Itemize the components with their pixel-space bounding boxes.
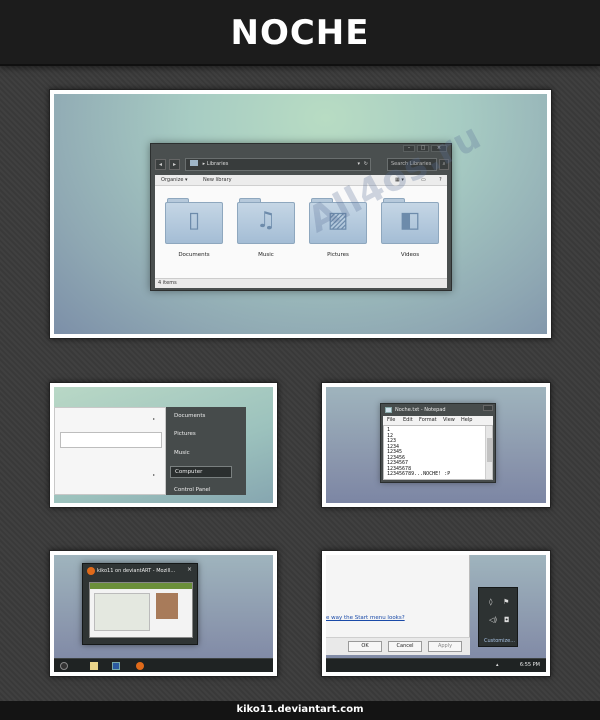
chevron-down-icon[interactable]: ▾ — [357, 159, 360, 170]
new-library-button[interactable]: New library — [203, 175, 232, 186]
music-note-icon: ♫ — [256, 208, 276, 233]
menu-format[interactable]: Format — [419, 416, 437, 425]
action-center-flag-icon[interactable]: ⚑ — [503, 598, 509, 606]
properties-dialog: e way the Start menu looks? OK Cancel Ap… — [326, 555, 470, 655]
start-menu-places-pane: Documents Pictures Music Computer Contro… — [166, 407, 246, 495]
taskbar: ▴ 6:55 PM — [326, 658, 546, 672]
folder-icon[interactable] — [90, 662, 98, 670]
notepad-window: Noche.txt - Notepad File Edit Format Vie… — [380, 403, 496, 483]
vertical-scrollbar[interactable] — [485, 426, 492, 479]
header-bar: NOCHE — [0, 0, 600, 66]
document-icon: ▯ — [187, 208, 201, 233]
firefox-icon[interactable] — [136, 662, 144, 670]
notepad-menu-bar: File Edit Format View Help — [383, 416, 493, 425]
taskbar-thumbnail-preview[interactable]: kiko11 on deviantART - Mozill... × — [82, 563, 198, 645]
organize-button[interactable]: Organize ▾ — [161, 175, 188, 186]
scrollbar-thumb[interactable] — [487, 438, 492, 462]
screenshot-notepad: Noche.txt - Notepad File Edit Format Vie… — [321, 382, 551, 508]
dialog-button-bar: OK Cancel Apply — [326, 637, 470, 655]
author-credit: kiko11.deviantart.com — [236, 704, 364, 715]
screenshot-start-menu: ▸ ▸ Documents Pictures Music Computer Co… — [49, 382, 278, 508]
menu-view[interactable]: View — [443, 416, 455, 425]
screenshot-dialog-tray: e way the Start menu looks? OK Cancel Ap… — [321, 550, 551, 677]
menu-file[interactable]: File — [387, 416, 395, 425]
start-menu-help-link[interactable]: e way the Start menu looks? — [326, 615, 405, 621]
footer-bar: kiko11.deviantart.com — [0, 701, 600, 720]
volume-icon[interactable]: ◁) — [489, 616, 497, 624]
photoshop-icon[interactable] — [112, 662, 120, 670]
menu-help[interactable]: Help — [461, 416, 472, 425]
library-music[interactable]: ♫ Music — [237, 196, 295, 258]
library-content-area: ▯ Documents ♫ Music ▨ Pictures ◧ Videos — [155, 186, 447, 278]
notification-tray-overflow: ◊ ⚑ ◁) ◘ Customize... — [478, 587, 518, 647]
desktop-wallpaper: Noche.txt - Notepad File Edit Format Vie… — [326, 387, 546, 503]
notepad-icon — [385, 407, 392, 413]
desktop-wallpaper: e way the Start menu looks? OK Cancel Ap… — [326, 555, 546, 672]
library-videos[interactable]: ◧ Videos — [381, 196, 439, 258]
close-icon[interactable] — [483, 405, 493, 411]
show-hidden-icons-icon[interactable]: ▴ — [496, 662, 499, 668]
start-item-control-panel[interactable]: Control Panel — [174, 487, 210, 493]
start-search-box[interactable] — [60, 432, 162, 448]
notepad-text-area[interactable]: 1 12 123 1234 12345 123456 1234567 12345… — [383, 425, 493, 480]
screenshot-taskbar-preview: kiko11 on deviantART - Mozill... × — [49, 550, 278, 677]
chevron-right-icon: ▸ — [153, 416, 156, 421]
back-arrow-icon[interactable]: ◂ — [155, 159, 166, 170]
refresh-icon[interactable]: ↻ — [364, 159, 368, 170]
security-shield-icon[interactable]: ◘ — [504, 616, 510, 624]
firefox-icon — [87, 567, 95, 575]
page-title: NOCHE — [230, 13, 370, 53]
taskbar-clock[interactable]: 6:55 PM — [520, 662, 540, 668]
folder-icon — [190, 160, 198, 166]
cancel-button[interactable]: Cancel — [388, 641, 422, 652]
close-icon[interactable]: × — [187, 566, 192, 573]
start-item-computer[interactable]: Computer — [170, 466, 232, 478]
chevron-right-icon: ▸ — [153, 472, 156, 477]
desktop-wallpaper: – □ × ◂ ▸ ▸ Libraries ▾ ↻ Search Librari… — [54, 94, 547, 334]
preview-thumbnail-image — [89, 582, 193, 638]
start-menu-programs-pane: ▸ ▸ — [54, 407, 166, 495]
video-camera-icon: ◧ — [399, 208, 421, 233]
notepad-title: Noche.txt - Notepad — [395, 407, 446, 413]
address-bar[interactable]: ▸ Libraries ▾ ↻ — [185, 158, 371, 171]
customize-link[interactable]: Customize... — [484, 638, 515, 644]
start-item-music[interactable]: Music — [174, 450, 190, 456]
desktop-wallpaper: kiko11 on deviantART - Mozill... × — [54, 555, 273, 672]
taskbar — [54, 658, 273, 672]
start-item-documents[interactable]: Documents — [174, 413, 205, 419]
status-bar: 4 items — [155, 278, 447, 288]
forward-arrow-icon[interactable]: ▸ — [169, 159, 180, 170]
address-text: Libraries — [206, 161, 229, 167]
start-orb-icon[interactable] — [60, 662, 68, 670]
apply-button[interactable]: Apply — [428, 641, 462, 652]
desktop-wallpaper: ▸ ▸ Documents Pictures Music Computer Co… — [54, 387, 273, 503]
screenshot-explorer: – □ × ◂ ▸ ▸ Libraries ▾ ↻ Search Librari… — [49, 89, 552, 339]
library-documents[interactable]: ▯ Documents — [165, 196, 223, 258]
preview-title: kiko11 on deviantART - Mozill... — [97, 568, 176, 574]
network-icon[interactable]: ◊ — [489, 598, 492, 606]
ok-button[interactable]: OK — [348, 641, 382, 652]
menu-edit[interactable]: Edit — [403, 416, 413, 425]
start-item-pictures[interactable]: Pictures — [174, 431, 196, 437]
